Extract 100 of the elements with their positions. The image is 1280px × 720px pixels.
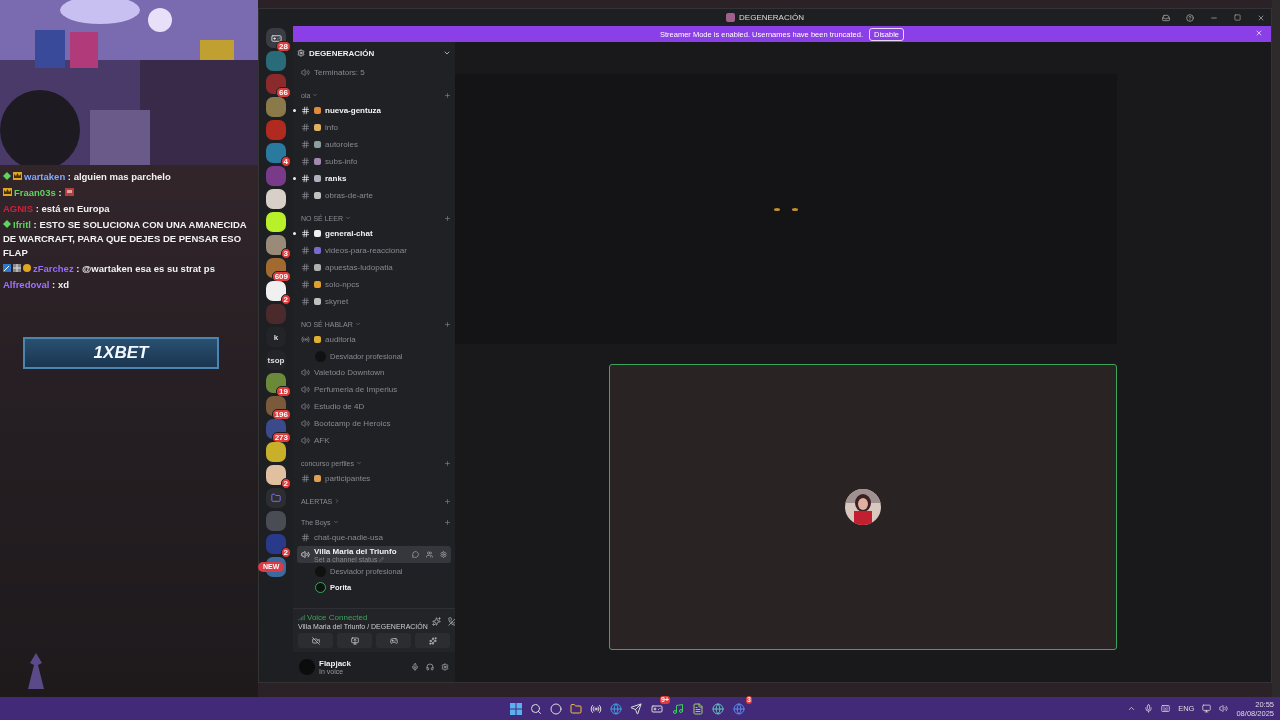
voice-channel[interactable]: Estudio de 4D xyxy=(297,398,451,415)
voice-status: Voice Connected xyxy=(307,613,368,622)
chevron-down-icon[interactable] xyxy=(443,49,451,57)
unread-dot xyxy=(293,232,296,235)
text-channel[interactable]: skynet xyxy=(297,293,451,310)
text-channel[interactable]: chat-que-nadie-usa xyxy=(297,529,451,546)
text-channel[interactable]: obras-de-arte xyxy=(297,187,451,204)
voice-channel[interactable]: AFK xyxy=(297,432,451,449)
close-icon[interactable] xyxy=(1257,13,1265,22)
text-channel[interactable]: info xyxy=(297,119,451,136)
chat-message: zFarchez : @wartaken esa es su strat ps xyxy=(3,262,255,276)
hash-icon xyxy=(301,106,310,115)
soundboard-button[interactable] xyxy=(415,633,450,648)
hash-icon xyxy=(301,174,310,183)
text-channel[interactable]: subs-info xyxy=(297,153,451,170)
controller-icon[interactable] xyxy=(651,702,663,715)
server-icon[interactable] xyxy=(266,258,286,278)
text-channel[interactable]: videos-para-reaccionar xyxy=(297,242,451,259)
text-channel[interactable]: autoroles xyxy=(297,136,451,153)
coin-icon xyxy=(23,264,31,272)
hash-icon xyxy=(301,297,310,306)
folder-icon[interactable] xyxy=(570,702,582,715)
voice-channel[interactable]: Perfumeria de Imperius xyxy=(297,381,451,398)
speaker-icon xyxy=(301,368,310,377)
chat-message: Fraan03s : xyxy=(3,186,255,200)
help-icon[interactable] xyxy=(1186,13,1194,22)
settings-icon[interactable] xyxy=(441,663,449,671)
document-icon[interactable] xyxy=(692,702,704,715)
chat-icon xyxy=(412,551,419,558)
text-channel[interactable]: ranks xyxy=(297,170,451,187)
voice-channel[interactable]: Bootcamp de Heroics xyxy=(297,415,451,432)
display-icon[interactable] xyxy=(1202,704,1212,713)
member-counter: Terminators: 5 xyxy=(297,64,451,81)
diamond-icon xyxy=(3,172,11,180)
controller-icon xyxy=(270,32,282,44)
broadcast-icon xyxy=(301,335,310,344)
server-icon[interactable] xyxy=(266,74,286,94)
app-icon[interactable] xyxy=(630,702,642,715)
keyboard-icon[interactable] xyxy=(1161,704,1171,713)
close-icon[interactable] xyxy=(1255,29,1263,37)
chevron-up-icon[interactable] xyxy=(1127,704,1137,713)
server-icon[interactable] xyxy=(266,465,286,485)
users-icon xyxy=(426,551,433,558)
noise-icon[interactable] xyxy=(431,617,441,626)
music-icon[interactable] xyxy=(672,702,684,715)
speaker-icon xyxy=(301,436,310,445)
speaker-icon xyxy=(301,419,310,428)
text-channel[interactable]: apuestas-ludopatia xyxy=(297,259,451,276)
start-icon[interactable] xyxy=(510,702,522,715)
count-badge: 2 xyxy=(280,294,291,305)
voice-channel[interactable]: Valetodo Downtown xyxy=(297,364,451,381)
screen-share-button[interactable] xyxy=(337,633,372,648)
hash-icon xyxy=(301,533,310,542)
app-icon[interactable] xyxy=(550,702,562,715)
server-icon[interactable] xyxy=(266,281,286,301)
browser-icon[interactable] xyxy=(610,702,622,715)
mic-icon[interactable] xyxy=(411,663,419,671)
headphones-icon[interactable] xyxy=(426,663,434,671)
server-initials[interactable]: k xyxy=(266,327,286,347)
chevron-down-icon xyxy=(345,215,351,221)
unread-dot xyxy=(293,177,296,180)
server-icon[interactable] xyxy=(266,373,286,393)
hash-icon xyxy=(301,474,310,483)
voice-channel[interactable]: auditoria xyxy=(297,331,451,348)
eyes-icon xyxy=(773,206,799,212)
text-channel[interactable]: solo-npcs xyxy=(297,276,451,293)
sparkles-icon xyxy=(428,636,437,645)
hash-icon xyxy=(301,191,310,200)
search-icon[interactable] xyxy=(530,702,542,715)
hash-icon xyxy=(301,123,310,132)
mic-icon[interactable] xyxy=(1144,704,1154,713)
unread-dot xyxy=(293,109,296,112)
server-initials[interactable]: tsop xyxy=(266,350,286,370)
chevron-right-icon xyxy=(334,498,341,504)
signal-icon xyxy=(298,614,305,621)
server-icon[interactable] xyxy=(266,419,286,439)
server-icon[interactable] xyxy=(266,212,286,232)
inbox-icon[interactable] xyxy=(1162,13,1170,22)
text-channel[interactable]: participantes xyxy=(297,470,451,487)
text-channel[interactable]: general-chat xyxy=(297,225,451,242)
globe-icon[interactable] xyxy=(733,702,745,715)
plus-icon xyxy=(444,459,451,467)
server-icon[interactable] xyxy=(266,189,286,209)
diamond-icon xyxy=(3,220,11,228)
server-name[interactable]: DEGENERACIÓN xyxy=(309,48,439,58)
text-channel[interactable]: nueva-gentuza xyxy=(297,102,451,119)
app-icon[interactable] xyxy=(590,702,602,715)
plus-icon xyxy=(444,518,451,526)
hash-icon xyxy=(301,157,310,166)
volume-icon[interactable] xyxy=(1219,704,1229,713)
server-icon[interactable] xyxy=(266,442,286,462)
camera-button[interactable] xyxy=(298,633,333,648)
guild-icon xyxy=(297,49,305,57)
activity-button[interactable] xyxy=(376,633,411,648)
count-badge: 2 xyxy=(280,478,291,489)
maximize-icon[interactable] xyxy=(1234,14,1241,21)
hash-icon xyxy=(301,246,310,255)
server-icon[interactable] xyxy=(266,28,286,48)
hang-up-icon[interactable] xyxy=(447,617,457,626)
globe-icon[interactable] xyxy=(712,702,724,715)
